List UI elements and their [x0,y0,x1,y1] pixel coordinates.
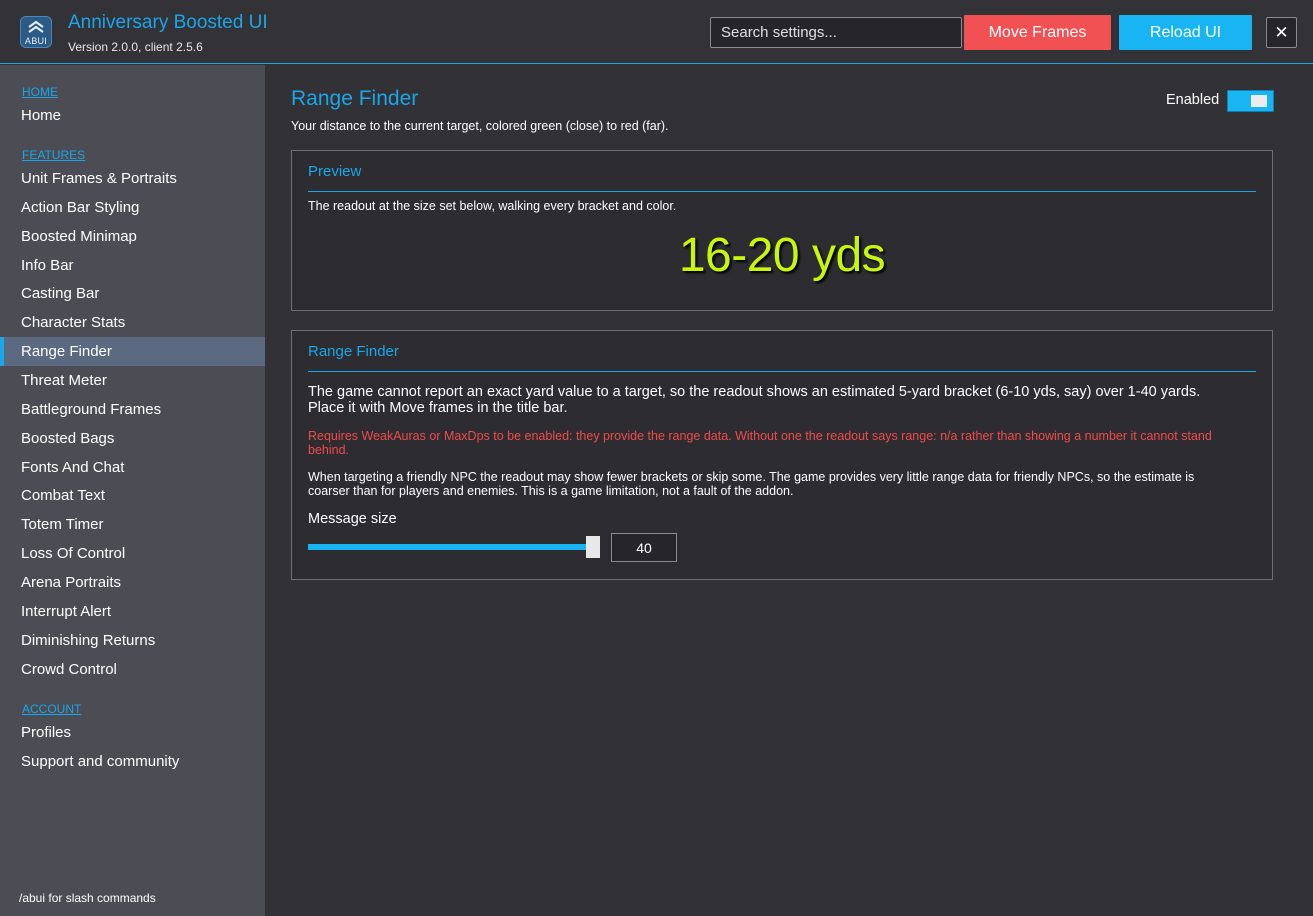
sidebar-item-casting-bar[interactable]: Casting Bar [0,279,265,308]
close-icon: ✕ [1274,23,1289,42]
range-readout-preview: 16-20 yds [678,229,886,282]
message-size-label: Message size [308,511,397,527]
app-version: Version 2.0.0, client 2.5.6 [68,40,203,54]
sidebar-item-support[interactable]: Support and community [0,747,265,776]
settings-panel-header: Range Finder [308,343,1256,372]
friendly-npc-note: When targeting a friendly NPC the readou… [308,470,1195,498]
settings-header-text: Range Finder [308,343,399,360]
enabled-label: Enabled [1166,92,1220,108]
title-bar: ABUI Anniversary Boosted UI Version 2.0.… [0,0,1313,64]
message-size-input[interactable] [611,533,677,562]
sidebar-item-diminishing-returns[interactable]: Diminishing Returns [0,626,265,655]
sidebar-item-info-bar[interactable]: Info Bar [0,251,265,280]
logo-chevron-icon [28,20,44,33]
search-input[interactable] [710,17,962,48]
app-title: Anniversary Boosted UI [68,12,268,33]
message-size-slider[interactable] [308,536,600,558]
slider-thumb[interactable] [586,536,600,558]
sidebar-section-features: FEATURES [22,148,86,162]
move-frames-button[interactable]: Move Frames [964,15,1111,50]
preview-panel-header: Preview [308,163,1256,192]
sidebar-item-minimap[interactable]: Boosted Minimap [0,222,265,251]
sidebar-item-totem-timer[interactable]: Totem Timer [0,510,265,539]
sidebar-item-character-stats[interactable]: Character Stats [0,308,265,337]
sidebar-item-home[interactable]: Home [0,101,265,130]
logo-text: ABUI [24,36,48,46]
sidebar-item-battleground-frames[interactable]: Battleground Frames [0,395,265,424]
sidebar-item-interrupt-alert[interactable]: Interrupt Alert [0,597,265,626]
sidebar-section-home: HOME [22,85,58,99]
slider-fill [308,544,593,550]
sidebar-item-action-bar[interactable]: Action Bar Styling [0,193,265,222]
sidebar-item-threat-meter[interactable]: Threat Meter [0,366,265,395]
page-description: Your distance to the current target, col… [291,119,669,133]
sidebar: HOME Home FEATURES Unit Frames & Portrai… [0,65,265,916]
requirement-warning: Requires WeakAuras or MaxDps to be enabl… [308,429,1212,457]
sidebar-item-loss-of-control[interactable]: Loss Of Control [0,539,265,568]
reload-ui-button[interactable]: Reload UI [1119,15,1252,50]
sidebar-item-arena-portraits[interactable]: Arena Portraits [0,568,265,597]
preview-description: The readout at the size set below, walki… [308,199,677,213]
addon-logo: ABUI [20,16,52,48]
range-finder-settings-panel: Range Finder The game cannot report an e… [291,330,1273,580]
sidebar-item-crowd-control[interactable]: Crowd Control [0,655,265,684]
sidebar-item-fonts-chat[interactable]: Fonts And Chat [0,453,265,482]
sidebar-item-boosted-bags[interactable]: Boosted Bags [0,424,265,453]
preview-panel: Preview The readout at the size set belo… [291,150,1273,311]
intro-text: The game cannot report an exact yard val… [308,384,1201,416]
sidebar-item-unit-frames[interactable]: Unit Frames & Portraits [0,164,265,193]
slash-command-hint: /abui for slash commands [19,891,156,905]
sidebar-item-profiles[interactable]: Profiles [0,718,265,747]
sidebar-section-account: ACCOUNT [22,702,82,716]
page-title: Range Finder [291,87,419,110]
sidebar-item-range-finder[interactable]: Range Finder [0,337,265,366]
preview-header-text: Preview [308,163,362,180]
sidebar-item-combat-text[interactable]: Combat Text [0,481,265,510]
close-button[interactable]: ✕ [1266,17,1297,48]
toggle-knob [1251,95,1267,107]
enabled-toggle[interactable] [1227,90,1274,112]
